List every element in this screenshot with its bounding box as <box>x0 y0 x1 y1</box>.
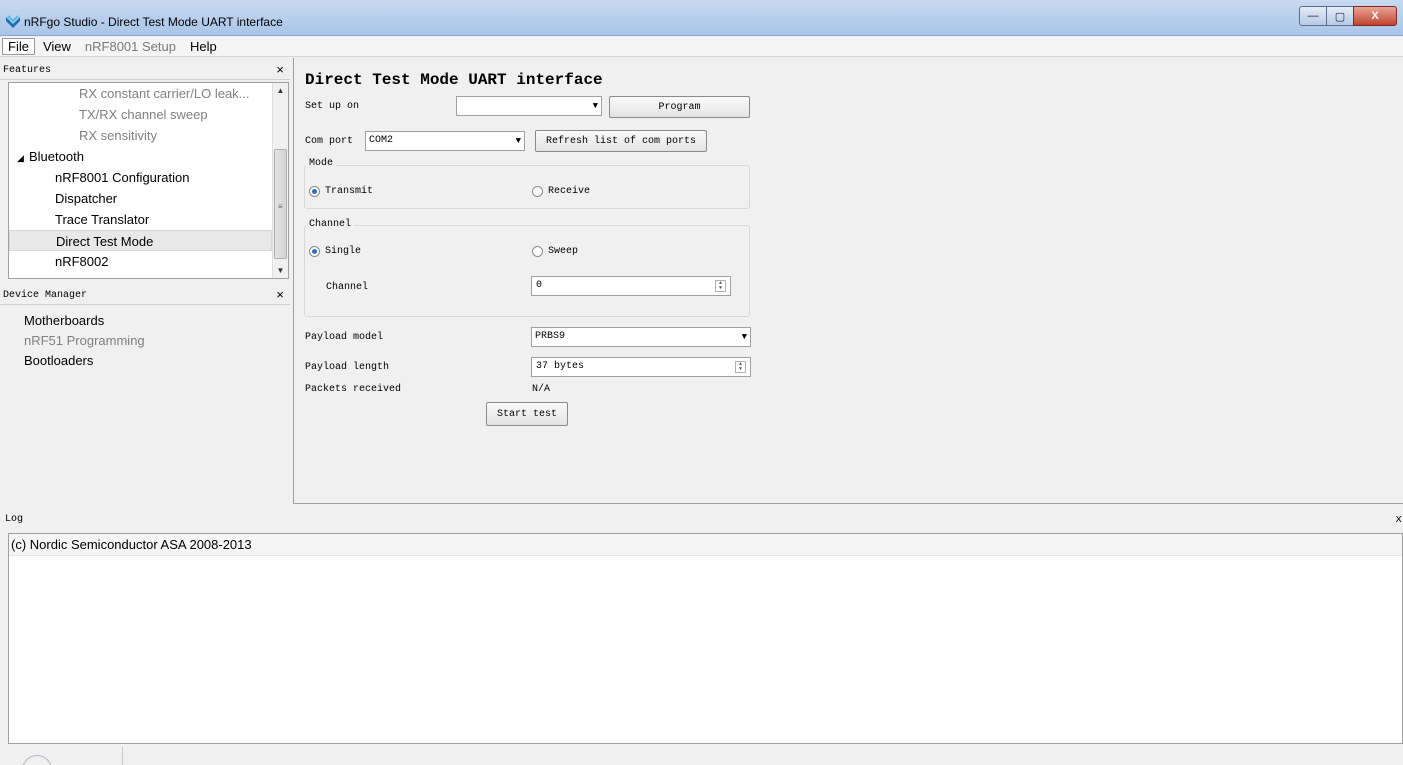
radio-sweep-label: Sweep <box>548 246 579 257</box>
menu-help[interactable]: Help <box>184 38 223 55</box>
chevron-down-icon: ▼ <box>592 101 598 111</box>
tree-item-nrf8001-configuration[interactable]: nRF8001 Configuration <box>9 167 272 188</box>
channel-group <box>304 225 750 317</box>
tree-item-dispatcher[interactable]: Dispatcher <box>9 188 272 209</box>
channel-label: Channel <box>326 282 369 293</box>
radio-single-label: Single <box>325 246 362 257</box>
page-title: Direct Test Mode UART interface <box>305 71 603 89</box>
scroll-down-icon[interactable]: ▼ <box>273 263 288 278</box>
menu-view[interactable]: View <box>37 38 77 55</box>
refresh-com-ports-button[interactable]: Refresh list of com ports <box>535 130 707 152</box>
menu-file[interactable]: File <box>2 38 35 55</box>
spin-arrows-icon[interactable]: ▲ ▼ <box>735 361 746 373</box>
device-manager-header: Device Manager × <box>0 287 290 305</box>
expanded-arrow-icon[interactable]: ◢ <box>17 148 29 169</box>
device-manager-close-icon[interactable]: × <box>276 287 284 305</box>
tree-item-bluetooth[interactable]: ◢ Bluetooth <box>9 146 272 167</box>
menu-bar: File View nRF8001 Setup Help <box>0 37 1403 57</box>
comport-select[interactable]: COM2 ▼ <box>365 131 525 151</box>
chevron-down-icon: ▼ <box>741 332 747 342</box>
log-title: Log <box>5 514 24 525</box>
scroll-grip-icon: ≡ <box>278 202 283 211</box>
title-bar: nRFgo Studio - Direct Test Mode UART int… <box>0 0 1403 36</box>
payload-length-value: 37 bytes <box>536 361 585 372</box>
menu-nrf8001-setup[interactable]: nRF8001 Setup <box>79 38 182 55</box>
radio-transmit-label: Transmit <box>325 186 374 197</box>
radio-receive-label: Receive <box>548 186 591 197</box>
tree-item-rx-sensitivity[interactable]: RX sensitivity <box>9 125 272 146</box>
log-header: Log x <box>0 509 1403 531</box>
window-title: nRFgo Studio - Direct Test Mode UART int… <box>24 15 283 29</box>
dtm-main-pane: Direct Test Mode UART interface Set up o… <box>293 58 1403 504</box>
payload-length-label: Payload length <box>305 362 390 373</box>
mode-group-title: Mode <box>306 158 337 169</box>
maximize-button[interactable]: ▢ <box>1326 6 1354 26</box>
tree-item-trace-translator[interactable]: Trace Translator <box>9 209 272 230</box>
device-manager-title: Device Manager <box>3 290 88 301</box>
log-close-icon[interactable]: x <box>1395 509 1402 531</box>
minimize-button[interactable]: — <box>1299 6 1327 26</box>
device-item-nrf51-programming[interactable]: nRF51 Programming <box>0 331 290 351</box>
start-test-button[interactable]: Start test <box>486 402 568 426</box>
window-controls: — ▢ X <box>1299 6 1397 26</box>
radio-unchecked-icon[interactable] <box>532 186 543 197</box>
chevron-down-icon: ▼ <box>515 136 521 146</box>
channel-spinbox[interactable]: 0 ▲ ▼ <box>531 276 731 296</box>
radio-checked-icon[interactable] <box>309 246 320 257</box>
tree-item-rx-constant-carrier[interactable]: RX constant carrier/LO leak... <box>9 83 272 104</box>
features-close-icon[interactable]: × <box>276 62 284 80</box>
features-panel-header: Features × <box>0 62 290 80</box>
radio-checked-icon[interactable] <box>309 186 320 197</box>
status-bar <box>0 745 1403 765</box>
tree-item-bluetooth-label: Bluetooth <box>29 149 84 164</box>
payload-model-value: PRBS9 <box>535 331 566 342</box>
radio-transmit[interactable]: Transmit <box>309 186 373 197</box>
nordic-logo-icon <box>22 755 52 765</box>
payload-length-spinbox[interactable]: 37 bytes ▲ ▼ <box>531 357 751 377</box>
packets-received-label: Packets received <box>305 384 402 395</box>
comport-select-value: COM2 <box>369 135 394 146</box>
setup-select[interactable]: ▼ <box>456 96 602 116</box>
tree-item-nrf8002[interactable]: nRF8002 <box>9 251 272 272</box>
spin-arrows-icon[interactable]: ▲ ▼ <box>715 280 726 292</box>
tree-item-txrx-channel-sweep[interactable]: TX/RX channel sweep <box>9 104 272 125</box>
device-item-bootloaders[interactable]: Bootloaders <box>0 351 290 371</box>
scroll-up-icon[interactable]: ▲ <box>273 83 288 98</box>
device-manager-list: Motherboards nRF51 Programming Bootloade… <box>0 311 290 501</box>
status-divider <box>122 747 123 765</box>
features-panel-title: Features <box>3 65 52 76</box>
channel-spinbox-value: 0 <box>536 280 543 291</box>
packets-received-value: N/A <box>532 384 551 395</box>
channel-group-title: Channel <box>306 219 355 230</box>
features-tree-list: RX constant carrier/LO leak... TX/RX cha… <box>9 83 272 278</box>
nrfgo-app-icon <box>6 15 20 28</box>
comport-label: Com port <box>305 136 354 147</box>
payload-model-select[interactable]: PRBS9 ▼ <box>531 327 751 347</box>
log-output[interactable]: (c) Nordic Semiconductor ASA 2008-2013 <box>8 533 1403 744</box>
program-button[interactable]: Program <box>609 96 750 118</box>
radio-single[interactable]: Single <box>309 246 361 257</box>
radio-receive[interactable]: Receive <box>532 186 590 197</box>
radio-unchecked-icon[interactable] <box>532 246 543 257</box>
radio-sweep[interactable]: Sweep <box>532 246 578 257</box>
device-item-motherboards[interactable]: Motherboards <box>0 311 290 331</box>
scroll-thumb[interactable]: ≡ <box>274 149 287 259</box>
log-line: (c) Nordic Semiconductor ASA 2008-2013 <box>9 534 1402 556</box>
features-tree: RX constant carrier/LO leak... TX/RX cha… <box>8 82 289 279</box>
close-window-button[interactable]: X <box>1353 6 1397 26</box>
setup-label: Set up on <box>305 101 360 112</box>
features-scrollbar[interactable]: ▲ ≡ ▼ <box>272 83 288 278</box>
tree-item-direct-test-mode[interactable]: Direct Test Mode <box>9 230 272 251</box>
payload-model-label: Payload model <box>305 332 384 343</box>
